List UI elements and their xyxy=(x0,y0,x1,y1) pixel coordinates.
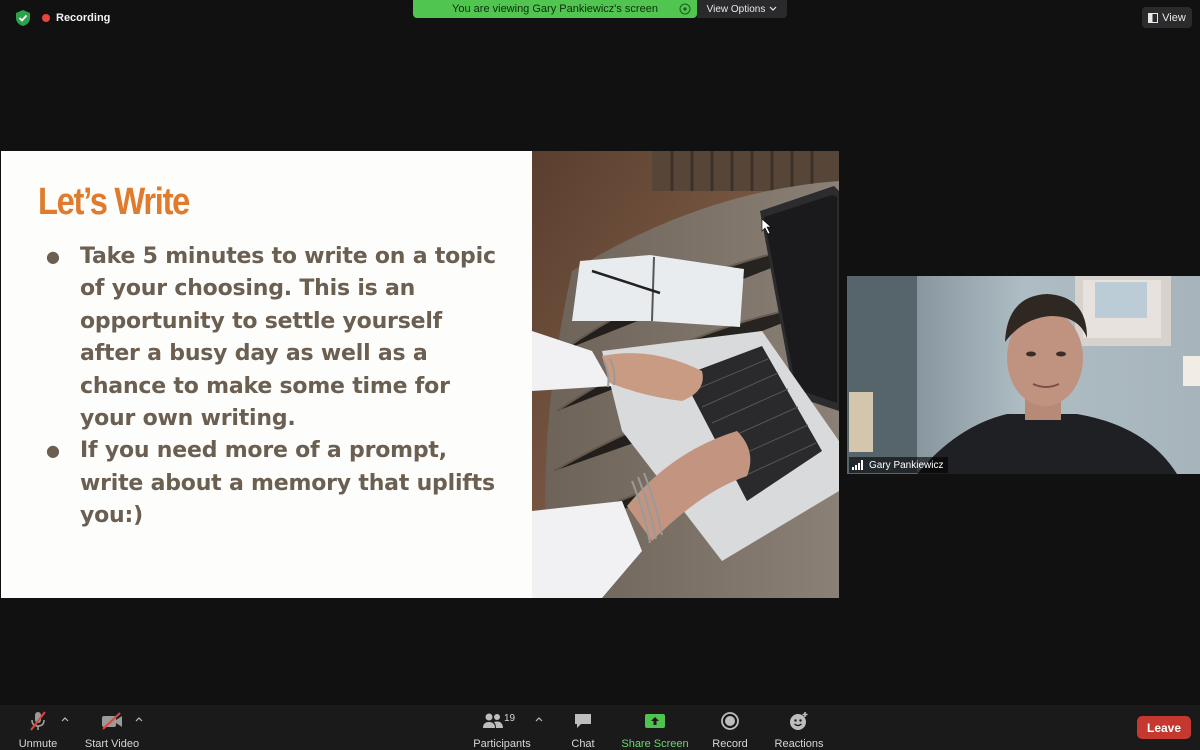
participant-video-gary-pankiewicz[interactable]: Gary Pankiewicz xyxy=(847,276,1200,474)
participants-button[interactable]: 19 Participants xyxy=(472,705,532,750)
microphone-muted-icon xyxy=(30,711,46,731)
viewing-banner-text: You are viewing Gary Pankiewicz's screen xyxy=(452,3,658,15)
participant-name: Gary Pankiewicz xyxy=(869,459,944,471)
slide-bullet: Take 5 minutes to write on a topic of yo… xyxy=(43,241,503,435)
participants-icon xyxy=(483,713,503,728)
signal-icon xyxy=(852,460,863,470)
view-button-label: View xyxy=(1162,11,1186,24)
audio-options-chevron-icon[interactable] xyxy=(60,715,70,723)
view-options-label: View Options xyxy=(706,3,766,15)
start-video-button[interactable]: Start Video xyxy=(84,705,140,750)
reactions-button[interactable]: Reactions xyxy=(772,705,826,750)
view-grid-icon xyxy=(1148,12,1159,23)
view-button[interactable]: View xyxy=(1142,7,1192,28)
shield-icon[interactable] xyxy=(14,9,32,27)
unmute-button[interactable]: Unmute xyxy=(14,705,62,750)
share-screen-label: Share Screen xyxy=(621,738,689,750)
share-screen-icon xyxy=(645,714,665,728)
video-off-icon xyxy=(102,712,122,730)
recording-indicator[interactable]: Recording xyxy=(42,10,110,26)
chat-icon xyxy=(575,714,591,728)
info-icon[interactable] xyxy=(679,3,691,15)
viewing-banner: You are viewing Gary Pankiewicz's screen xyxy=(413,0,697,18)
meeting-toolbar: Unmute Start Video 19 Participants Chat … xyxy=(0,705,1200,750)
view-options-button[interactable]: View Options xyxy=(697,0,787,18)
reactions-label: Reactions xyxy=(774,738,824,750)
leave-button[interactable]: Leave xyxy=(1137,716,1191,739)
recording-label: Recording xyxy=(56,12,111,24)
participant-name-tag: Gary Pankiewicz xyxy=(849,457,949,473)
share-screen-button[interactable]: Share Screen xyxy=(620,705,690,750)
video-options-chevron-icon[interactable] xyxy=(134,715,144,723)
unmute-label: Unmute xyxy=(18,738,58,750)
slide-bullet: If you need more of a prompt, write abou… xyxy=(43,435,503,532)
participants-label: Participants xyxy=(473,738,531,750)
record-icon xyxy=(721,712,739,730)
reactions-icon xyxy=(790,712,808,730)
participant-video-frame xyxy=(847,276,1200,474)
slide-title: Let’s Write xyxy=(38,181,190,223)
record-label: Record xyxy=(712,738,748,750)
chat-button[interactable]: Chat xyxy=(566,705,600,750)
slide-bullet-list: Take 5 minutes to write on a topic of yo… xyxy=(43,241,503,533)
laptop-photo xyxy=(532,151,839,598)
record-button[interactable]: Record xyxy=(708,705,752,750)
shared-screen-slide[interactable]: Let’s Write Take 5 minutes to write on a… xyxy=(1,151,839,598)
record-dot-icon xyxy=(42,14,50,22)
participants-chevron-icon[interactable] xyxy=(534,715,544,723)
chat-label: Chat xyxy=(571,738,595,750)
participants-count: 19 xyxy=(504,713,516,724)
chevron-down-icon xyxy=(769,6,777,11)
start-video-label: Start Video xyxy=(84,738,140,750)
